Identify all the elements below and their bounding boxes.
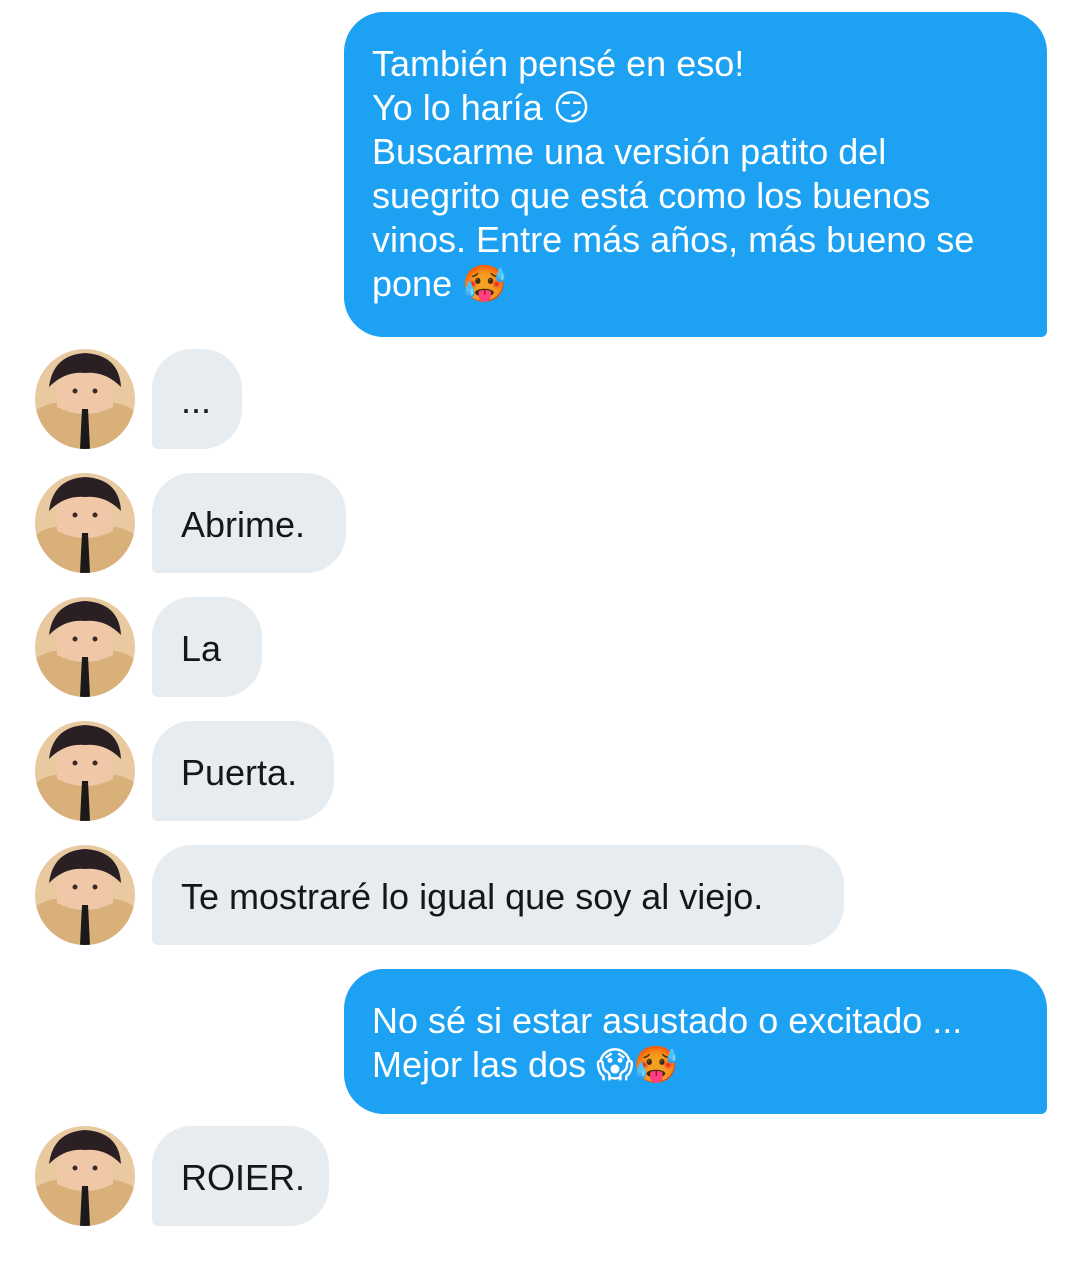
outgoing-message-bubble[interactable]: También pensé en eso! Yo lo haría 😏 Busc… [344, 12, 1047, 337]
incoming-message-bubble[interactable]: Puerta. [152, 721, 334, 821]
contact-avatar-icon[interactable] [35, 845, 135, 945]
contact-avatar-icon[interactable] [35, 721, 135, 821]
contact-avatar-icon[interactable] [35, 349, 135, 449]
incoming-message-bubble[interactable]: Abrime. [152, 473, 346, 573]
contact-avatar-icon[interactable] [35, 473, 135, 573]
contact-avatar-icon[interactable] [35, 597, 135, 697]
incoming-message-bubble[interactable]: La [152, 597, 262, 697]
incoming-message-bubble[interactable]: ROIER. [152, 1126, 329, 1226]
incoming-message-bubble[interactable]: ... [152, 349, 242, 449]
incoming-message-bubble[interactable]: Te mostraré lo igual que soy al viejo. [152, 845, 844, 945]
contact-avatar-icon[interactable] [35, 1126, 135, 1226]
outgoing-message-bubble[interactable]: No sé si estar asustado o excitado ... M… [344, 969, 1047, 1114]
